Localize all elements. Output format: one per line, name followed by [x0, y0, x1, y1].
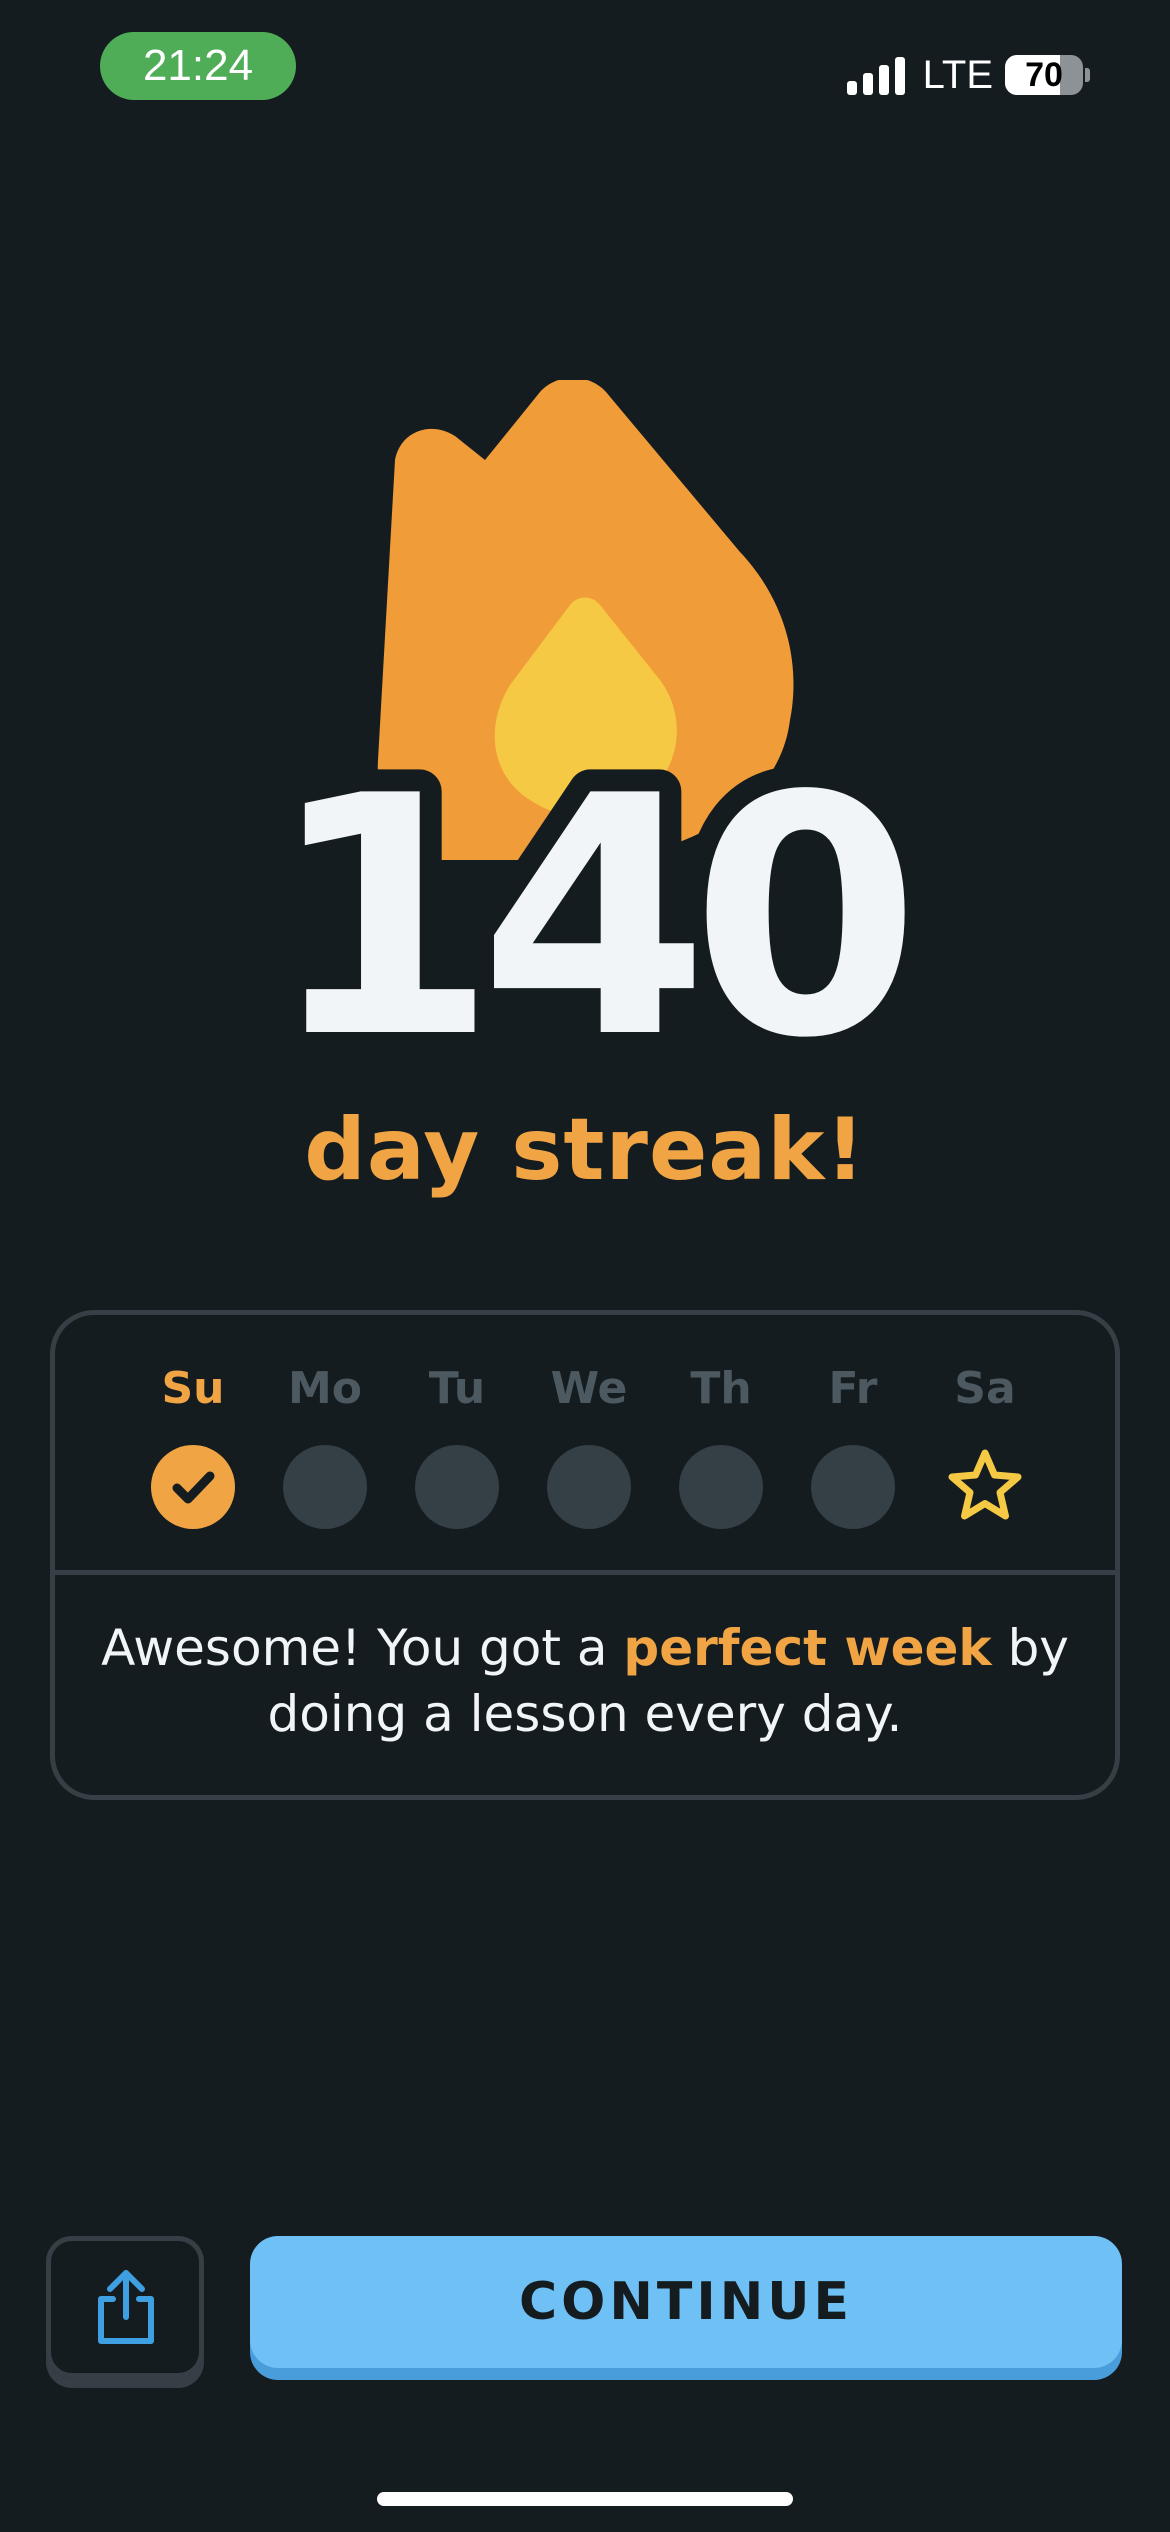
share-icon	[98, 2270, 154, 2344]
check-icon	[151, 1445, 235, 1529]
day-indicator-empty	[283, 1445, 367, 1529]
day-label: Mo	[287, 1363, 362, 1414]
day-label: Fr	[828, 1363, 878, 1414]
day-indicator-empty	[811, 1445, 895, 1529]
streak-count: 140	[268, 726, 908, 1100]
streak-hero: 140 140	[0, 380, 1170, 1100]
message-highlight: perfect week	[623, 1619, 992, 1677]
battery-icon: 70	[1005, 55, 1083, 95]
status-indicators: LTE 70	[846, 50, 1090, 100]
streak-subtitle: day streak!	[304, 1100, 866, 1200]
day-label: Sa	[954, 1363, 1016, 1414]
message-text-start: Awesome! You got a	[101, 1619, 624, 1677]
flame-icon: 140 140	[246, 380, 947, 1100]
day-label: Tu	[428, 1363, 486, 1414]
week-card: Su Mo Tu We Th Fr Sa Awesome! You got a perfec…	[50, 1310, 1120, 1800]
star-icon	[943, 1445, 1027, 1529]
perfect-week-message: Awesome! You got a perfect week by doing…	[95, 1615, 1075, 1747]
share-button[interactable]	[46, 2236, 204, 2378]
network-type: LTE	[922, 52, 993, 97]
signal-icon	[846, 55, 905, 95]
day-label: We	[550, 1363, 628, 1414]
day-label: Su	[161, 1363, 225, 1414]
battery-cap	[1085, 68, 1090, 82]
day-indicator-empty	[679, 1445, 763, 1529]
status-time: 21:24	[100, 32, 296, 100]
continue-button[interactable]: CONTINUE	[250, 2236, 1122, 2368]
day-indicator-empty	[547, 1445, 631, 1529]
day-indicator-empty	[415, 1445, 499, 1529]
battery-level: 70	[1025, 56, 1063, 94]
week-days: Su Mo Tu We Th Fr Sa	[55, 1315, 1115, 1570]
day-label: Th	[690, 1363, 752, 1414]
card-divider	[55, 1570, 1115, 1575]
home-indicator[interactable]	[377, 2492, 793, 2506]
